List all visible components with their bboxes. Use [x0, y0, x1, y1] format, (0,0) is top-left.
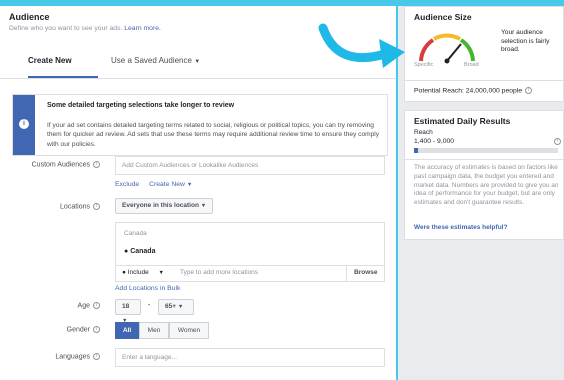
- gauge-specific-label: Specific: [414, 62, 434, 68]
- caret-down-icon: ▼: [158, 270, 164, 276]
- location-search-input[interactable]: Type to add more locations: [180, 269, 258, 276]
- info-icon: i: [19, 119, 29, 129]
- audience-size-card: Audience Size Specific Broad Your audien…: [404, 6, 564, 102]
- audience-size-title: Audience Size: [414, 12, 472, 22]
- notice-body: If your ad set contains detailed targeti…: [47, 122, 380, 148]
- audience-gauge: [419, 33, 475, 64]
- country-header: Canada: [124, 230, 147, 237]
- age-separator: -: [148, 302, 151, 309]
- audience-title: Audience: [9, 12, 50, 22]
- daily-results-title: Estimated Daily Results: [414, 116, 511, 126]
- review-notice: i Some detailed targeting selections tak…: [12, 94, 388, 156]
- gauge-needle: [446, 43, 462, 62]
- languages-input[interactable]: Enter a language...: [115, 348, 385, 367]
- locations-label: Locations: [60, 203, 90, 211]
- pin-icon: ●: [122, 269, 126, 276]
- reach-value: 1,400 - 9,000: [414, 138, 455, 145]
- location-type-dropdown[interactable]: Everyone in this location ▼: [115, 198, 214, 214]
- languages-label-row: Languages i: [0, 353, 100, 360]
- tab-saved-audience-label: Use a Saved Audience: [111, 56, 192, 65]
- age-min-value: 18: [122, 303, 130, 310]
- info-icon[interactable]: i: [525, 87, 533, 94]
- gauge-broad-label: Broad: [464, 62, 479, 68]
- potential-reach: Potential Reach: 24,000,000 people: [414, 87, 523, 95]
- gender-men-button[interactable]: Men: [139, 322, 169, 339]
- create-new-link[interactable]: Create New ▼: [149, 181, 192, 188]
- info-icon[interactable]: i: [93, 161, 100, 168]
- caret-down-icon: ▼: [177, 304, 184, 310]
- selected-location: ● Canada: [124, 248, 155, 255]
- locations-box: Canada ● Canada ● Include ▼ Type to add …: [115, 222, 385, 282]
- browse-divider: [346, 265, 347, 282]
- age-label: Age: [77, 302, 90, 310]
- caret-down-icon: ▼: [186, 182, 193, 188]
- reach-bar-fill: [414, 148, 419, 153]
- age-label-row: Age i: [0, 302, 100, 309]
- audience-subtitle: Define who you want to see your ads. Lea…: [9, 25, 161, 32]
- daily-results-card: Estimated Daily Results Reach 1,400 - 9,…: [404, 110, 564, 240]
- results-divider: [405, 159, 563, 160]
- gender-label-row: Gender i: [0, 326, 100, 333]
- custom-audiences-label: Custom Audiences: [31, 161, 90, 169]
- tab-create-new[interactable]: Create New: [28, 56, 72, 65]
- tab-saved-audience[interactable]: Use a Saved Audience ▼: [111, 56, 200, 65]
- custom-audiences-input[interactable]: Add Custom Audiences or Lookalike Audien…: [115, 156, 385, 175]
- age-max-dropdown[interactable]: 65+ ▼: [158, 299, 194, 315]
- info-icon[interactable]: i: [93, 353, 100, 360]
- gauge-broad-segment: [459, 38, 475, 62]
- browse-button[interactable]: Browse: [354, 269, 377, 276]
- add-locations-bulk-link[interactable]: Add Locations in Bulk: [115, 285, 180, 292]
- locations-label-row: Locations i: [0, 203, 100, 210]
- reach-bar: [414, 148, 558, 153]
- annotation-arrow-icon: [318, 23, 405, 68]
- audience-size-description: Your audience selection is fairly broad.: [501, 29, 550, 54]
- caret-down-icon: ▼: [200, 203, 207, 209]
- locations-divider: [116, 265, 384, 266]
- learn-more-link[interactable]: Learn more.: [124, 25, 161, 32]
- potential-reach-row: Potential Reach: 24,000,000 people i: [414, 87, 533, 95]
- info-icon[interactable]: i: [93, 326, 100, 333]
- caret-down-icon: ▼: [194, 59, 201, 65]
- gender-women-button[interactable]: Women: [169, 322, 209, 339]
- reach-label: Reach: [414, 129, 433, 136]
- custom-audiences-label-row: Custom Audiences i: [0, 161, 100, 168]
- languages-label: Languages: [55, 353, 90, 361]
- info-icon[interactable]: i: [93, 203, 100, 210]
- create-new-label: Create New: [149, 181, 185, 188]
- notice-strip: i: [13, 95, 35, 155]
- info-icon[interactable]: i: [554, 138, 561, 145]
- include-dropdown[interactable]: ● Include ▼: [122, 269, 164, 276]
- gauge-middle-segment: [433, 33, 461, 41]
- age-min-dropdown[interactable]: 18 ▼: [115, 299, 141, 324]
- gender-all-button[interactable]: All: [115, 322, 139, 339]
- audience-subtitle-text: Define who you want to see your ads.: [9, 25, 123, 32]
- gauge-pivot: [444, 58, 450, 64]
- notice-title: Some detailed targeting selections take …: [47, 102, 235, 109]
- custom-audience-actions: Exclude Create New ▼: [115, 181, 192, 188]
- include-label: Include: [127, 269, 149, 276]
- location-type-label: Everyone in this location: [122, 202, 199, 209]
- audience-size-divider: [405, 80, 563, 81]
- selected-location-label: Canada: [130, 248, 156, 255]
- exclude-link[interactable]: Exclude: [115, 181, 139, 188]
- estimates-disclaimer: The accuracy of estimates is based on fa…: [414, 164, 559, 207]
- estimates-helpful-link[interactable]: Were these estimates helpful?: [414, 224, 507, 231]
- pin-icon: ●: [124, 248, 129, 255]
- info-icon[interactable]: i: [93, 302, 100, 309]
- gender-label: Gender: [66, 326, 90, 334]
- tabs-divider: [0, 78, 396, 79]
- age-max-value: 65+: [165, 303, 177, 310]
- gauge-specific-segment: [419, 38, 435, 62]
